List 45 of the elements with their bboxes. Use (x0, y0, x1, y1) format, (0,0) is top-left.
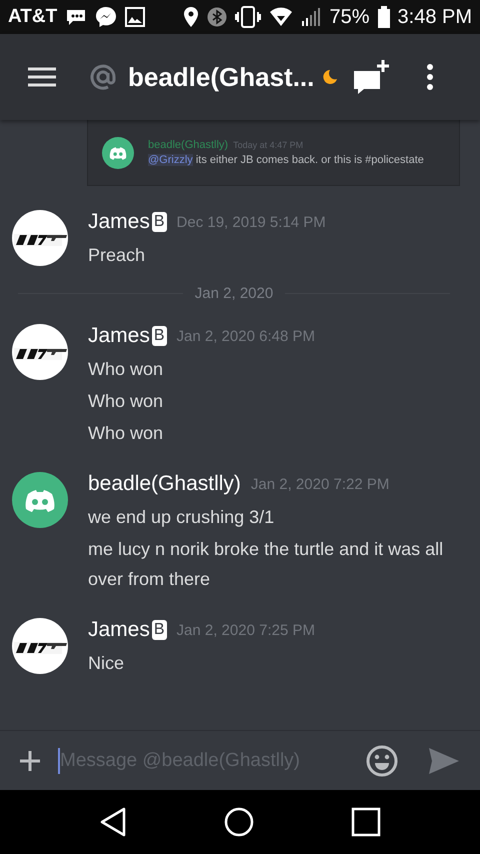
message-text: me lucy n norik broke the turtle and it was all over from there (88, 538, 444, 591)
timestamp: Jan 2, 2020 6:48 PM (176, 328, 315, 344)
wifi-icon (269, 7, 294, 27)
date-label: Jan 2, 2020 (194, 284, 274, 302)
messenger-icon (95, 6, 118, 28)
battery-percent: 75% (329, 6, 370, 28)
battery-icon (378, 6, 390, 28)
message-text: Who won (88, 358, 164, 381)
recents-icon[interactable] (351, 807, 382, 837)
message-text: we end up crushing 3/1 (88, 506, 276, 529)
message-text: Who won (88, 390, 164, 413)
emoji-icon[interactable] (366, 744, 398, 776)
image-icon (125, 7, 146, 27)
bot-badge: B (152, 326, 167, 346)
bot-badge: B (152, 620, 167, 640)
chat-icon (65, 8, 88, 26)
home-icon[interactable] (224, 807, 254, 837)
more-options-icon[interactable] (426, 64, 434, 90)
avatar-icon (12, 472, 68, 528)
signal-icon (301, 7, 322, 27)
menu-icon[interactable] (28, 67, 56, 87)
vibrate-icon (235, 6, 262, 28)
message-text: Preach (88, 244, 146, 267)
timestamp: Jan 2, 2020 7:25 PM (176, 622, 315, 638)
back-icon[interactable] (98, 807, 127, 837)
timestamp: Jan 2, 2020 7:22 PM (250, 476, 390, 492)
author-name[interactable]: James (88, 210, 150, 234)
author-name[interactable]: James (88, 618, 150, 642)
author-name: beadle(Ghastlly) (148, 139, 228, 151)
channel-title: beadle(Ghast... (128, 62, 314, 92)
carrier-label: AT&T (8, 6, 58, 28)
message-text: Nice (88, 652, 126, 675)
location-icon (183, 6, 200, 28)
author-name[interactable]: James (88, 324, 150, 348)
message-text: its either JB comes back. or this is #policestate (196, 154, 424, 166)
clock-time: 3:48 PM (398, 6, 472, 28)
bluetooth-icon (207, 7, 228, 27)
author-name[interactable]: beadle(Ghastlly) (88, 472, 241, 496)
avatar-icon (102, 136, 134, 168)
send-icon[interactable] (428, 746, 460, 774)
bot-badge: B (152, 212, 167, 232)
at-sign-icon (88, 62, 118, 92)
message-text: Who won (88, 422, 164, 445)
plus-icon[interactable] (18, 748, 42, 772)
timestamp: Dec 19, 2019 5:14 PM (176, 214, 326, 230)
